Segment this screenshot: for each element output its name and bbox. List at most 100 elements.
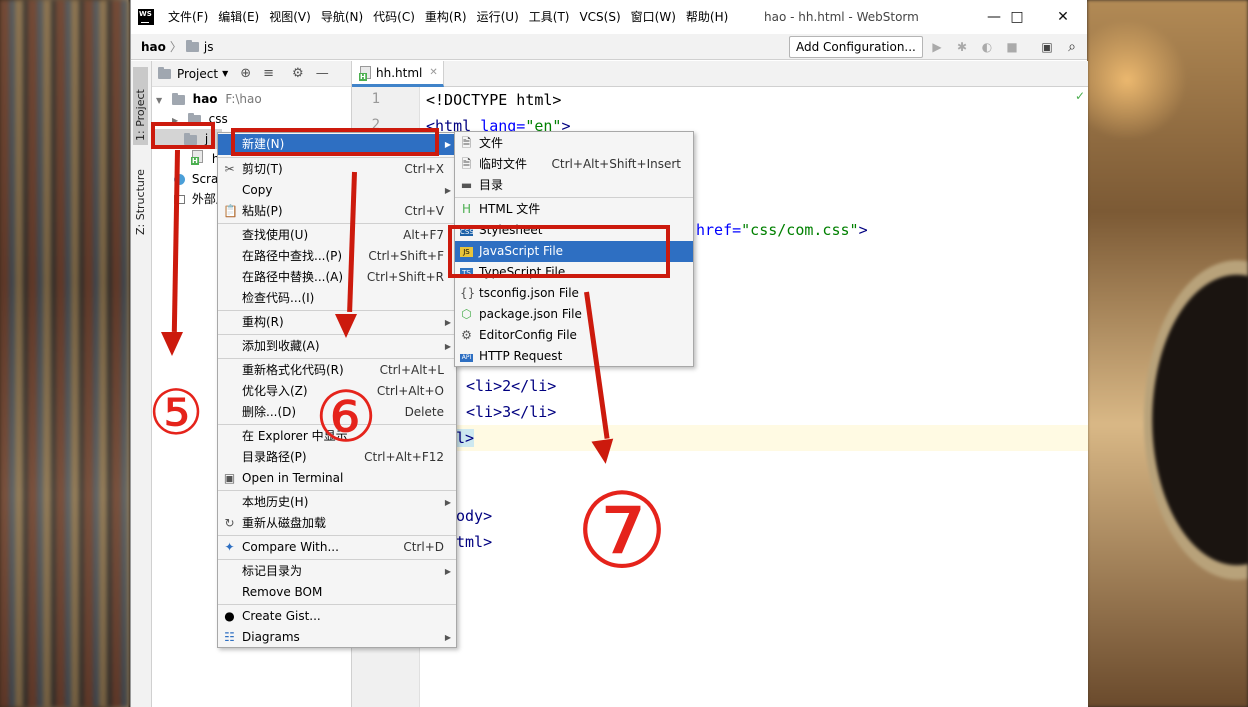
- menu-vcs[interactable]: VCS(S): [575, 0, 626, 34]
- menu-separator: [218, 310, 456, 311]
- close-icon[interactable]: ✕: [1040, 0, 1086, 34]
- new-file[interactable]: 🗎 文件: [455, 133, 693, 154]
- compare-icon: ✦: [224, 540, 235, 554]
- new-scratch-file[interactable]: 🗎 临时文件 Ctrl+Alt+Shift+Insert: [455, 154, 693, 175]
- coverage-icon[interactable]: ◐: [979, 39, 995, 55]
- menu-separator: [218, 535, 456, 536]
- menu-tools[interactable]: 工具(T): [525, 0, 576, 34]
- menu-separator: [218, 223, 456, 224]
- api-icon: API: [460, 354, 473, 362]
- menu-item-create-gist[interactable]: ● Create Gist...: [218, 606, 456, 627]
- locate-icon[interactable]: ⊕: [240, 66, 251, 81]
- file-icon: 🗎: [461, 136, 472, 150]
- menu-separator: [218, 157, 456, 158]
- code-line: tml>: [456, 533, 493, 551]
- menu-item-local-history[interactable]: 本地历史(H) ▶: [218, 492, 456, 513]
- breadcrumb-folder[interactable]: js: [204, 40, 214, 54]
- project-view-selector[interactable]: Project: [177, 67, 218, 81]
- webstorm-logo-icon: WS: [138, 9, 154, 25]
- gear-icon[interactable]: ⚙: [292, 66, 304, 81]
- menu-item-cut[interactable]: ✂ 剪切(T) Ctrl+X: [218, 159, 456, 180]
- new-tsconfig-file[interactable]: {} tsconfig.json File: [455, 283, 693, 304]
- new-directory[interactable]: ▬ 目录: [455, 175, 693, 196]
- folder-icon: [171, 92, 185, 105]
- highlight-box-js-file: [448, 225, 670, 278]
- tree-item-scratches[interactable]: Scrat: [174, 169, 223, 189]
- menu-item-paste[interactable]: 📋 粘贴(P) Ctrl+V: [218, 201, 456, 222]
- menu-item-find-in-path[interactable]: 在路径中查找...(P) Ctrl+Shift+F: [218, 246, 456, 267]
- no-problems-icon: ✓: [1075, 89, 1086, 103]
- tab-project[interactable]: 1: Project: [133, 67, 148, 145]
- scratch-file-icon: 🗎: [461, 157, 472, 171]
- menu-item-compare-with[interactable]: ✦ Compare With... Ctrl+D: [218, 537, 456, 558]
- github-icon: ●: [224, 609, 235, 623]
- scissors-icon: ✂: [224, 162, 235, 176]
- tree-root-path: F:\hao: [225, 92, 262, 106]
- close-tab-icon[interactable]: ✕: [429, 67, 437, 78]
- new-html-file[interactable]: H HTML 文件: [455, 199, 693, 220]
- tree-root-label: hao: [192, 92, 218, 106]
- submenu-arrow-icon: ▶: [444, 498, 451, 507]
- step-label-7: ⑦: [575, 470, 669, 592]
- menu-edit[interactable]: 编辑(E): [214, 0, 265, 34]
- clipboard-icon: 📋: [223, 204, 238, 218]
- tab-structure[interactable]: Z: Structure: [133, 159, 148, 239]
- submenu-arrow-icon: ▶: [444, 186, 451, 195]
- arrow-head-step5-icon: [161, 332, 183, 356]
- html-file-icon: [191, 150, 203, 165]
- step-label-6: ⑥: [314, 376, 378, 458]
- menu-item-diagrams[interactable]: ☷ Diagrams ▶: [218, 627, 456, 648]
- add-configuration-button[interactable]: Add Configuration...: [789, 36, 923, 58]
- menu-item-remove-bom[interactable]: Remove BOM: [218, 582, 456, 603]
- menu-file[interactable]: 文件(F): [164, 0, 214, 34]
- menu-help[interactable]: 帮助(H): [682, 0, 734, 34]
- project-folder-icon: [158, 66, 171, 79]
- code-line: <li>2</li>: [466, 377, 557, 395]
- terminal-icon[interactable]: ▣: [1039, 39, 1055, 55]
- search-icon[interactable]: ⌕: [1064, 39, 1080, 55]
- tab-hh-html[interactable]: hh.html ✕: [352, 61, 444, 87]
- menu-code[interactable]: 代码(C): [369, 0, 421, 34]
- submenu-arrow-icon: ▶: [444, 140, 451, 149]
- stop-icon[interactable]: ■: [1004, 39, 1020, 55]
- hide-icon[interactable]: —: [316, 66, 329, 81]
- menu-item-mark-directory-as[interactable]: 标记目录为 ▶: [218, 561, 456, 582]
- collapse-icon[interactable]: ≡: [263, 66, 274, 81]
- tree-root[interactable]: ▼ hao F:\hao: [156, 89, 262, 109]
- menu-navigate[interactable]: 导航(N): [317, 0, 369, 34]
- code-line: <li>3</li>: [466, 403, 557, 421]
- menu-item-open-in-terminal[interactable]: ▣ Open in Terminal: [218, 468, 456, 489]
- menu-separator: [218, 604, 456, 605]
- menu-item-add-to-favorites[interactable]: 添加到收藏(A) ▶: [218, 336, 456, 357]
- line-number: 1: [371, 91, 380, 107]
- menu-separator: [455, 197, 693, 198]
- menu-item-copy[interactable]: Copy ▶: [218, 180, 456, 201]
- new-http-request[interactable]: API HTTP Request: [455, 346, 693, 367]
- run-icon[interactable]: ▶: [929, 39, 945, 55]
- new-editorconfig-file[interactable]: ⚙ EditorConfig File: [455, 325, 693, 346]
- code-line: ody>: [456, 507, 493, 525]
- menu-item-replace-in-path[interactable]: 在路径中替换...(A) Ctrl+Shift+R: [218, 267, 456, 288]
- debug-icon[interactable]: ✱: [954, 39, 970, 55]
- gear-icon: ⚙: [461, 328, 472, 342]
- project-panel-header: Project ▼ ⊕ ≡ ⚙ —: [152, 61, 351, 87]
- menu-refactor[interactable]: 重构(R): [421, 0, 473, 34]
- window-title: hao - hh.html - WebStorm: [764, 10, 919, 24]
- menu-view[interactable]: 视图(V): [265, 0, 317, 34]
- menu-run[interactable]: 运行(U): [473, 0, 525, 34]
- breadcrumb-root[interactable]: hao: [141, 40, 166, 54]
- menu-item-find-usages[interactable]: 查找使用(U) Alt+F7: [218, 225, 456, 246]
- code-line: <!DOCTYPE html>: [426, 91, 562, 109]
- chevron-down-icon[interactable]: ▼: [222, 69, 228, 78]
- maximize-icon[interactable]: □: [994, 0, 1040, 34]
- tab-label: hh.html: [376, 65, 423, 80]
- expand-icon[interactable]: ▼: [156, 91, 168, 111]
- menu-item-inspect-code[interactable]: 检查代码...(I): [218, 288, 456, 309]
- json-file-icon: {}: [460, 286, 476, 300]
- new-package-json-file[interactable]: ⬡ package.json File: [455, 304, 693, 325]
- menu-item-reload-from-disk[interactable]: ↻ 重新从磁盘加载: [218, 513, 456, 534]
- highlight-box-new-item: [231, 128, 439, 156]
- submenu-arrow-icon: ▶: [444, 567, 451, 576]
- menu-window[interactable]: 窗口(W): [627, 0, 682, 34]
- highlight-box-js-folder: [151, 122, 215, 149]
